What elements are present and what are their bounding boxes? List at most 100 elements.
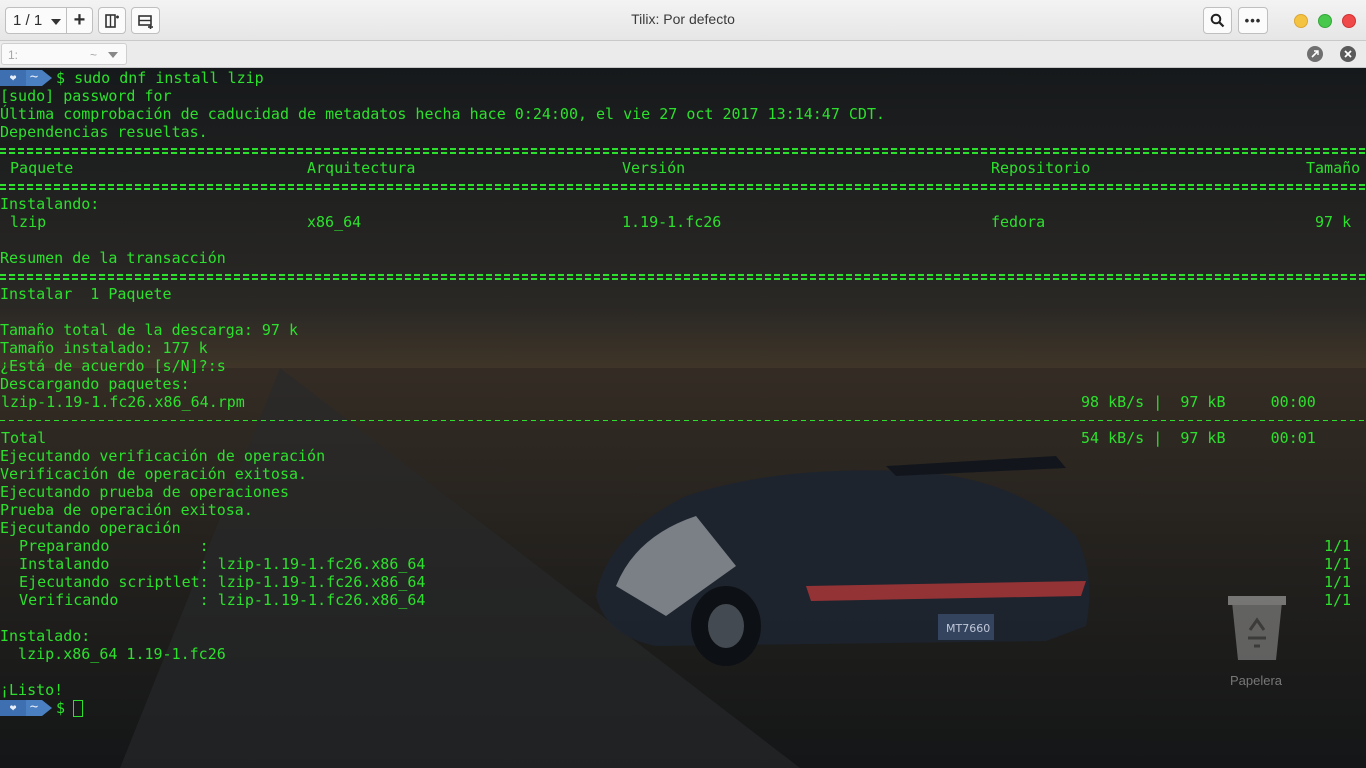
prompt-symbol: $ <box>56 699 66 717</box>
header-size: Tamaño <box>1306 159 1361 177</box>
output-line: [sudo] password for <box>0 87 172 105</box>
split-vertical-button[interactable] <box>98 7 126 34</box>
row-arch: x86_64 <box>307 213 362 231</box>
terminal-close-button[interactable] <box>1340 46 1356 62</box>
step-progress: 1/1 <box>1324 537 1352 555</box>
output-line: Verificación de operación exitosa. <box>0 465 308 483</box>
download-stats: 98 kB/s | 97 kB 00:00 <box>1081 393 1316 411</box>
row-repo: fedora <box>991 213 1046 231</box>
row-version: 1.19-1.fc26 <box>622 213 722 231</box>
output-line: Ejecutando operación <box>0 519 181 537</box>
output-line: Tamaño instalado: 177 k <box>0 339 208 357</box>
close-icon <box>1344 50 1352 58</box>
terminal-header: 1: ~ <box>0 41 1366 68</box>
shell-prompt: ❤ ~ <box>0 70 52 86</box>
step-row: Instalando : lzip-1.19-1.fc26.x86_64 1/1 <box>0 555 1366 573</box>
heart-icon: ❤ <box>0 700 26 716</box>
separator-double <box>0 267 1366 285</box>
step-progress: 1/1 <box>1324 573 1352 591</box>
terminal-number: 1: <box>8 48 19 62</box>
prompt-path: ~ <box>26 70 42 86</box>
split-horizontal-icon <box>137 14 153 29</box>
menu-button[interactable]: ••• <box>1238 7 1268 34</box>
maximize-button[interactable] <box>1318 14 1332 28</box>
chevron-down-icon <box>51 19 61 25</box>
step-label: Preparando : <box>1 537 209 555</box>
output-line: Ejecutando verificación de operación <box>0 447 326 465</box>
output-line: Última comprobación de caducidad de meta… <box>0 105 886 123</box>
terminal-title-selector[interactable]: 1: ~ <box>1 43 127 65</box>
output-line: Instalado: <box>0 627 91 645</box>
heart-icon: ❤ <box>0 70 26 86</box>
maximize-icon <box>1311 50 1319 58</box>
separator-double <box>0 141 1366 159</box>
search-icon <box>1210 13 1225 28</box>
output-line: Ejecutando prueba de operaciones <box>0 483 289 501</box>
output-line: Prueba de operación exitosa. <box>0 501 253 519</box>
download-file: lzip-1.19-1.fc26.x86_64.rpm <box>1 393 245 411</box>
window-title: Tilix: Por defecto <box>631 11 735 27</box>
more-icon: ••• <box>1244 13 1262 28</box>
minimize-button[interactable] <box>1294 14 1308 28</box>
step-row: Verificando : lzip-1.19-1.fc26.x86_64 1/… <box>0 591 1366 609</box>
session-label: 1 / 1 <box>13 12 43 29</box>
terminal-path: ~ <box>90 48 98 62</box>
output-line: ¡Listo! <box>0 681 64 699</box>
total-row: Total 54 kB/s | 97 kB 00:01 <box>0 429 1366 447</box>
output-line: Descargando paquetes: <box>0 375 190 393</box>
window-titlebar: 1 / 1 + Tilix: Por defecto ••• <box>0 0 1366 41</box>
output-line: Dependencias resueltas. <box>0 123 208 141</box>
output-line: Instalar 1 Paquete <box>0 285 172 303</box>
plus-icon: + <box>73 9 86 31</box>
command: sudo dnf install lzip <box>74 69 264 87</box>
step-row: Preparando : 1/1 <box>0 537 1366 555</box>
total-stats: 54 kB/s | 97 kB 00:01 <box>1081 429 1316 447</box>
command-text: $ sudo dnf install lzip <box>56 69 264 87</box>
separator-dashed <box>0 411 1366 429</box>
prompt-arrow <box>42 70 52 86</box>
total-label: Total <box>1 429 47 447</box>
header-arch: Arquitectura <box>307 159 416 177</box>
prompt-path: ~ <box>26 700 42 716</box>
add-session-button[interactable]: + <box>67 7 93 34</box>
output-line: Instalando: <box>0 195 100 213</box>
step-row: Ejecutando scriptlet: lzip-1.19-1.fc26.x… <box>0 573 1366 591</box>
split-vertical-icon <box>105 13 119 28</box>
step-label: Verificando : lzip-1.19-1.fc26.x86_64 <box>1 591 426 609</box>
output-line: Tamaño total de la descarga: 97 k <box>0 321 299 339</box>
close-window-button[interactable] <box>1342 14 1356 28</box>
output-line: Resumen de la transacción <box>0 249 226 267</box>
table-header: Paquete Arquitectura Versión Repositorio… <box>0 159 1366 177</box>
session-switcher[interactable]: 1 / 1 <box>5 7 67 34</box>
download-row: lzip-1.19-1.fc26.x86_64.rpm 98 kB/s | 97… <box>0 393 1366 411</box>
terminal-output: ❤ ~ $ sudo dnf install lzip [sudo] passw… <box>0 69 1366 717</box>
table-row: lzip x86_64 1.19-1.fc26 fedora 97 k <box>0 213 1366 231</box>
prompt-arrow <box>42 700 52 716</box>
search-button[interactable] <box>1203 7 1232 34</box>
step-label: Instalando : lzip-1.19-1.fc26.x86_64 <box>1 555 426 573</box>
output-line: lzip.x86_64 1.19-1.fc26 <box>0 645 226 663</box>
step-progress: 1/1 <box>1324 555 1352 573</box>
terminal-maximize-button[interactable] <box>1307 46 1323 62</box>
header-package: Paquete <box>1 159 74 177</box>
step-progress: 1/1 <box>1324 591 1352 609</box>
header-repo: Repositorio <box>991 159 1091 177</box>
row-size: 97 k <box>1315 213 1352 231</box>
prompt-symbol: $ <box>56 69 66 87</box>
separator-double <box>0 177 1366 195</box>
step-label: Ejecutando scriptlet: lzip-1.19-1.fc26.x… <box>1 573 426 591</box>
output-line: ¿Está de acuerdo [s/N]?:s <box>0 357 226 375</box>
prompt-line: ❤ ~ $ sudo dnf install lzip <box>0 69 1366 87</box>
chevron-down-icon <box>108 52 118 58</box>
text-cursor[interactable] <box>73 700 83 717</box>
split-horizontal-button[interactable] <box>131 7 160 34</box>
header-version: Versión <box>622 159 686 177</box>
prompt-line: ❤ ~ $ <box>0 699 1366 717</box>
row-package: lzip <box>1 213 47 231</box>
shell-prompt: ❤ ~ <box>0 700 52 716</box>
terminal-view[interactable]: MT7660 Papelera ❤ ~ $ sudo dnf install l… <box>0 68 1366 768</box>
